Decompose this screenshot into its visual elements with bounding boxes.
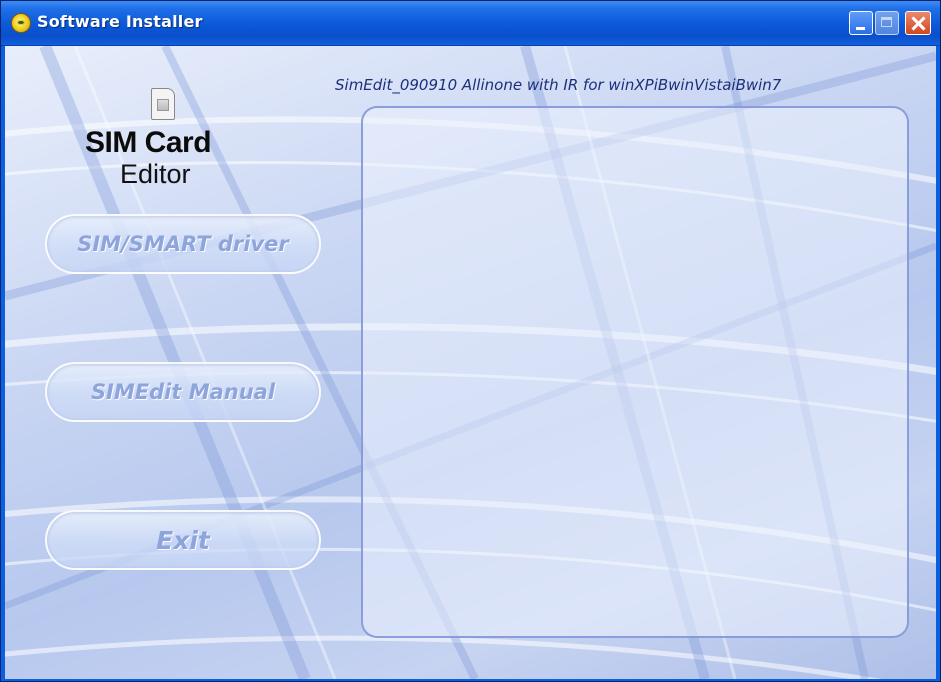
logo-line1: SIM Card — [85, 126, 212, 159]
simedit-manual-button[interactable]: SIMEdit Manual — [45, 362, 321, 422]
simedit-manual-label: SIMEdit Manual — [90, 380, 276, 404]
product-title: SimEdit_090910 Allinone with IR for winX… — [335, 76, 782, 94]
title-bar[interactable]: Software Installer — [1, 1, 940, 46]
installer-app-icon[interactable] — [11, 13, 31, 33]
logo-line2: Editor — [120, 159, 191, 189]
sim-smart-driver-label: SIM/SMART driver — [77, 232, 289, 256]
close-button[interactable] — [905, 11, 931, 35]
maximize-button[interactable] — [875, 11, 899, 35]
sim-smart-driver-button[interactable]: SIM/SMART driver — [45, 214, 321, 274]
installer-client-area: SimEdit_090910 Allinone with IR for winX… — [5, 46, 936, 679]
description-panel — [361, 106, 909, 638]
installer-window: Software Installer SimEdit_090910 Allino… — [0, 0, 941, 682]
exit-label: Exit — [156, 525, 210, 555]
minimize-button[interactable] — [849, 11, 873, 35]
sim-card-editor-logo: SIM Card Editor — [75, 86, 265, 196]
exit-button[interactable]: Exit — [45, 510, 321, 570]
window-title: Software Installer — [37, 12, 203, 31]
sim-chip-icon — [151, 88, 175, 120]
